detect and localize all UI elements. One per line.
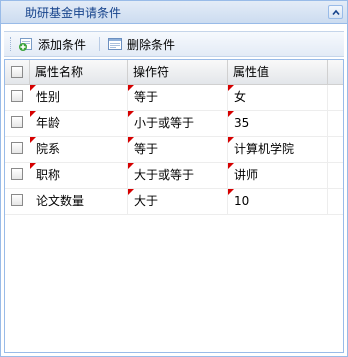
- column-header-value[interactable]: 属性值: [228, 60, 328, 84]
- conditions-grid: 属性名称 操作符 属性值 性别 等于 女 年龄 小于或等于 35 院系 等于 计…: [4, 59, 344, 353]
- cell-name-text: 性别: [36, 90, 61, 104]
- dirty-marker: [30, 85, 36, 91]
- cell-operator-text: 等于: [134, 142, 159, 156]
- cell-name-text: 年龄: [36, 116, 61, 130]
- grid-header: 属性名称 操作符 属性值: [5, 60, 343, 85]
- row-checkbox[interactable]: [11, 194, 23, 206]
- dirty-marker: [30, 137, 36, 143]
- cell-operator[interactable]: 等于: [128, 85, 228, 110]
- cell-value-text: 10: [234, 194, 250, 208]
- row-checkbox[interactable]: [11, 142, 23, 154]
- row-checkbox[interactable]: [11, 116, 23, 128]
- column-header-operator[interactable]: 操作符: [128, 60, 228, 84]
- cell-name-text: 职称: [36, 168, 61, 182]
- panel-header: 助研基金申请条件: [1, 1, 347, 24]
- delete-icon: [107, 36, 123, 52]
- cell-operator-text: 大于: [134, 194, 159, 208]
- cell-value-text: 女: [234, 90, 247, 104]
- table-row[interactable]: 论文数量 大于 10: [5, 189, 343, 215]
- cell-operator[interactable]: 小于或等于: [128, 111, 228, 136]
- dirty-marker: [30, 111, 36, 117]
- dirty-marker: [128, 111, 134, 117]
- dirty-marker: [228, 137, 234, 143]
- cell-value[interactable]: 计算机学院: [228, 137, 328, 162]
- add-condition-label: 添加条件: [38, 37, 87, 52]
- cell-operator[interactable]: 大于: [128, 189, 228, 214]
- cell-name[interactable]: 论文数量: [30, 189, 128, 214]
- cell-operator[interactable]: 大于或等于: [128, 163, 228, 188]
- toolbar-grip: [10, 37, 12, 51]
- dirty-marker: [228, 163, 234, 169]
- add-condition-button[interactable]: 添加条件: [18, 35, 86, 53]
- cell-name-text: 院系: [36, 142, 61, 156]
- cell-value[interactable]: 10: [228, 189, 328, 214]
- cell-name[interactable]: 性别: [30, 85, 128, 110]
- cell-name[interactable]: 院系: [30, 137, 128, 162]
- cell-name[interactable]: 职称: [30, 163, 128, 188]
- column-header-name[interactable]: 属性名称: [30, 60, 128, 84]
- dirty-marker: [228, 111, 234, 117]
- dirty-marker: [128, 137, 134, 143]
- cell-name-text: 论文数量: [36, 194, 85, 208]
- table-row[interactable]: 性别 等于 女: [5, 85, 343, 111]
- cell-value[interactable]: 女: [228, 85, 328, 110]
- cell-operator-text: 等于: [134, 90, 159, 104]
- cell-value-text: 计算机学院: [234, 142, 295, 156]
- cell-value-text: 讲师: [234, 168, 259, 182]
- dirty-marker: [30, 163, 36, 169]
- table-row[interactable]: 院系 等于 计算机学院: [5, 137, 343, 163]
- delete-condition-button[interactable]: 删除条件: [107, 35, 175, 53]
- chevron-up-icon: [332, 9, 340, 16]
- conditions-panel: 助研基金申请条件 添加条件 删除条件 属性名称 操作符 属性值 性别 等于 女 …: [0, 0, 348, 357]
- table-row[interactable]: 职称 大于或等于 讲师: [5, 163, 343, 189]
- delete-condition-label: 删除条件: [127, 37, 176, 52]
- dirty-marker: [228, 85, 234, 91]
- cell-operator-text: 大于或等于: [134, 168, 195, 182]
- row-checkbox[interactable]: [11, 90, 23, 102]
- select-all-cell: [5, 60, 30, 84]
- cell-value-text: 35: [234, 116, 250, 130]
- dirty-marker: [128, 189, 134, 195]
- collapse-button[interactable]: [328, 5, 343, 19]
- cell-value[interactable]: 讲师: [228, 163, 328, 188]
- dirty-marker: [228, 189, 234, 195]
- table-row[interactable]: 年龄 小于或等于 35: [5, 111, 343, 137]
- panel-title: 助研基金申请条件: [25, 6, 122, 20]
- cell-operator[interactable]: 等于: [128, 137, 228, 162]
- select-all-checkbox[interactable]: [11, 66, 23, 78]
- cell-value[interactable]: 35: [228, 111, 328, 136]
- cell-name[interactable]: 年龄: [30, 111, 128, 136]
- dirty-marker: [128, 163, 134, 169]
- add-icon: [18, 36, 34, 52]
- toolbar: 添加条件 删除条件: [4, 31, 344, 57]
- dirty-marker: [128, 85, 134, 91]
- toolbar-separator: [99, 37, 100, 51]
- row-checkbox[interactable]: [11, 168, 23, 180]
- cell-operator-text: 小于或等于: [134, 116, 195, 130]
